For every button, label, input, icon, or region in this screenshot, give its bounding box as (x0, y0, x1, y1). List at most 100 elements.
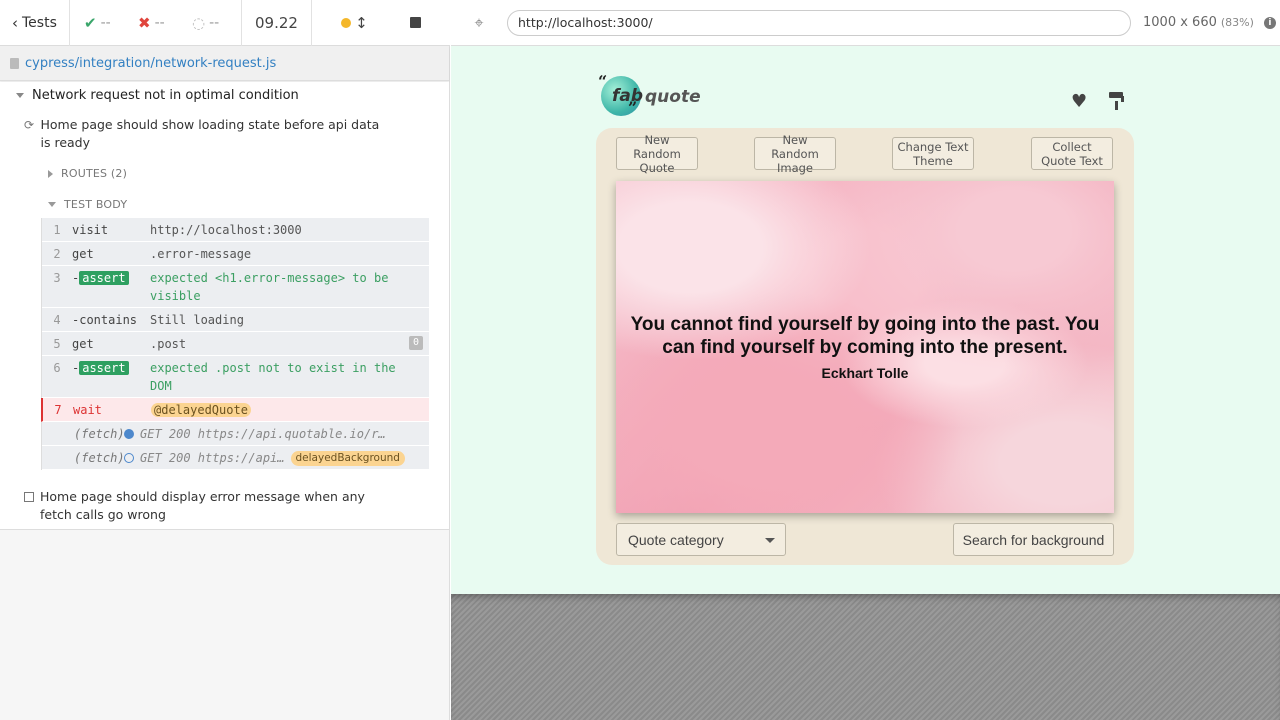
new-random-image-button[interactable]: New Random Image (754, 133, 836, 175)
command-message: Still loading (150, 313, 244, 327)
quote-text: You cannot find yourself by going into t… (630, 314, 1100, 358)
command-name: (fetch) (74, 427, 125, 441)
new-random-quote-button[interactable]: New Random Quote (616, 133, 698, 175)
command-number: 4 (53, 313, 61, 327)
request-complete-icon (124, 429, 134, 439)
viewport-scale: (83%) (1220, 16, 1254, 29)
command-number: 3 (53, 271, 61, 285)
command-number: 7 (54, 403, 62, 417)
heart-icon[interactable]: ♥ (1071, 91, 1087, 112)
pending-checkbox-icon (24, 492, 34, 502)
background-image: You cannot find yourself by going into t… (616, 181, 1114, 513)
runnables: Network request not in optimal condition… (0, 82, 449, 530)
command-row[interactable]: 5 get .post 0 (42, 332, 429, 356)
command-number: 6 (53, 361, 61, 375)
test-title-text: Home page should show loading state befo… (40, 117, 380, 150)
routes-toggle[interactable]: ROUTES (2) (48, 167, 127, 180)
fetch-row[interactable]: (fetch) GET 200 https://api.quotable.io/… (42, 422, 429, 446)
suite-title-text: Network request not in optimal condition (32, 88, 299, 103)
failed-stat: ✖ -- (138, 14, 186, 32)
spec-file-bar: cypress/integration/network-request.js (0, 46, 449, 81)
command-number: 1 (53, 223, 61, 237)
expand-icon (48, 169, 53, 178)
tests-label: Tests (22, 14, 57, 31)
command-message: http://localhost:3000 (150, 223, 302, 237)
command-row[interactable]: 3 - assert expected <h1.error-message> to… (42, 266, 429, 308)
command-number: 5 (53, 337, 61, 351)
x-icon: ✖ (138, 13, 151, 32)
app-under-test: “ ” fab quote ♥ New Random Quote New Ran… (451, 46, 1280, 594)
assert-badge: assert (79, 271, 129, 285)
alias-badge: @delayedQuote (151, 403, 251, 417)
command-message: GET 200 https://api… delayedBackground (124, 449, 423, 467)
stats: ✔ -- ✖ -- ◌ -- (70, 0, 242, 46)
test-body-label: TEST BODY (64, 198, 128, 211)
pending-count: -- (209, 14, 220, 31)
controls: ↕ (312, 0, 450, 46)
command-name: (fetch) (74, 451, 125, 465)
quote-card: New Random Quote New Random Image Change… (596, 128, 1134, 565)
test-item-loading-state[interactable]: ⟳ Home page should show loading state be… (24, 116, 384, 152)
pending-stat: ◌ -- (192, 14, 240, 32)
test-body-toggle[interactable]: TEST BODY (48, 198, 127, 211)
fetch-url: GET 200 https://api.quotable.io/r… (140, 427, 386, 441)
reporter-header: ‹ Tests ✔ -- ✖ -- ◌ -- 09.22 ↕ (0, 0, 450, 46)
quote-author: Eckhart Tolle (821, 365, 909, 381)
stop-button[interactable] (409, 17, 421, 28)
aut-header: ⌖ http://localhost:3000/ 1000 x 660 (83%… (451, 0, 1280, 46)
suite-title[interactable]: Network request not in optimal condition (16, 88, 299, 103)
command-message: @delayedQuote (151, 401, 423, 419)
info-icon[interactable]: i (1263, 16, 1276, 29)
crosshair-icon[interactable]: ⌖ (451, 13, 507, 33)
viewport-size: 1000 x 660 (1143, 15, 1217, 30)
viewport-info: 1000 x 660 (83%) i (1143, 15, 1276, 30)
logo-text-quote: quote (645, 87, 701, 107)
command-name: get (72, 247, 94, 261)
url-bar[interactable]: http://localhost:3000/ (507, 9, 1131, 36)
command-row[interactable]: 4 -contains Still loading (42, 308, 429, 332)
search-background-button[interactable]: Search for background (953, 523, 1114, 556)
aut-empty-area (451, 594, 1280, 720)
arrows-updown-icon: ↕ (355, 13, 368, 32)
auto-scroll-toggle[interactable]: ↕ (341, 14, 368, 32)
passed-count: -- (100, 14, 111, 31)
command-number: 2 (53, 247, 61, 261)
command-message: GET 200 https://api.quotable.io/r… (124, 425, 423, 443)
tests-button[interactable]: ‹ Tests (0, 0, 70, 46)
command-row[interactable]: 1 visit http://localhost:3000 (42, 218, 429, 242)
test-title-text: Home page should display error message w… (40, 489, 365, 522)
command-row[interactable]: 6 - assert expected .post not to exist in… (42, 356, 429, 398)
command-row[interactable]: 2 get .error-message (42, 242, 429, 266)
command-name: visit (72, 223, 109, 237)
passed-stat: ✔ -- (84, 14, 132, 32)
request-pending-icon (124, 453, 134, 463)
paint-roller-icon[interactable] (1109, 92, 1125, 110)
assert-badge: assert (79, 361, 129, 375)
running-indicator-icon (341, 17, 352, 28)
command-name: get (72, 337, 94, 351)
roller-handle (1115, 101, 1118, 110)
change-text-theme-button[interactable]: Change Text Theme (892, 137, 974, 170)
command-name: - assert (72, 359, 150, 395)
command-name: wait (73, 403, 102, 417)
category-label: Quote category (628, 531, 724, 548)
roller-side (1121, 96, 1124, 102)
collapse-icon (48, 202, 56, 207)
fetch-url: GET 200 https://api… (140, 451, 285, 465)
fetch-row[interactable]: (fetch) GET 200 https://api… delayedBack… (42, 446, 429, 470)
command-name: - assert (72, 269, 150, 305)
quote-mark-icon: “ (598, 72, 608, 91)
file-icon (10, 57, 19, 69)
quote-category-select[interactable]: Quote category (616, 523, 786, 556)
test-item-error-message[interactable]: Home page should display error message w… (24, 488, 384, 524)
command-name: -contains (72, 313, 138, 327)
collect-quote-text-button[interactable]: Collect Quote Text (1031, 137, 1113, 170)
duration: 09.22 (242, 0, 312, 46)
reporter-panel: ‹ Tests ✔ -- ✖ -- ◌ -- 09.22 ↕ cypress/i… (0, 0, 450, 720)
fabquote-logo[interactable]: “ ” fab quote (598, 72, 708, 120)
chevron-left-icon: ‹ (12, 13, 18, 32)
command-list: 1 visit http://localhost:3000 2 get .err… (41, 218, 429, 470)
spec-file-link[interactable]: cypress/integration/network-request.js (25, 56, 276, 71)
command-row-failed[interactable]: 7 wait @delayedQuote (41, 398, 429, 422)
refresh-icon: ⟳ (24, 118, 35, 132)
